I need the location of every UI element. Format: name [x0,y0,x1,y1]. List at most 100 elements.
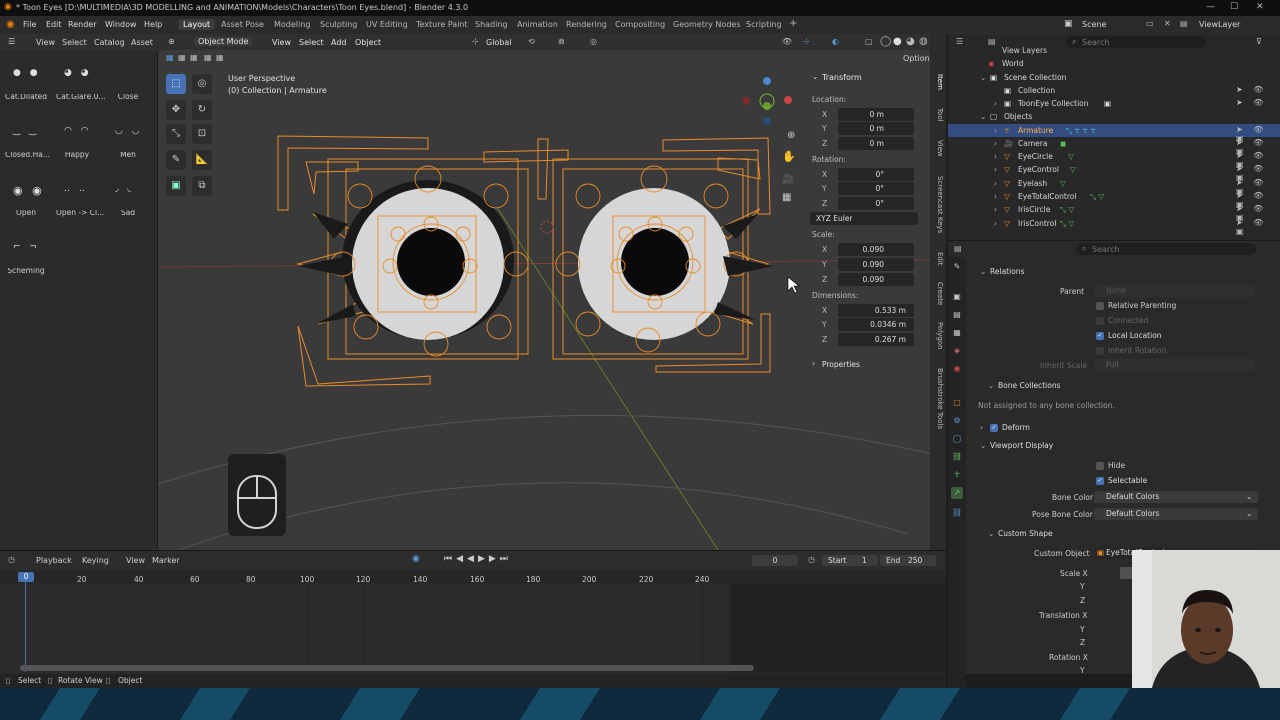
bone-tab-icon[interactable]: ↗ [951,487,963,499]
location-z-field[interactable]: Z 0 m [808,137,916,150]
minimize-icon[interactable]: — [1206,2,1215,12]
relations-expand-icon[interactable]: ⌄ [980,267,986,276]
tool-tab-icon[interactable]: ✎ [951,261,963,273]
relative-parenting-checkbox[interactable]: Relative Parenting [1096,301,1176,310]
bone-color-select[interactable]: Default Colors ⌄ [1094,491,1258,503]
rotation-y-field[interactable]: Y 0° [808,182,916,195]
properties-expand-icon[interactable]: › [812,359,815,368]
bone-collections-expand-icon[interactable]: ⌄ [988,381,994,390]
relations-title[interactable]: Relations [990,267,1024,276]
expand-icon[interactable]: › [994,192,997,201]
dimensions-y-value[interactable]: 0.0346 m [838,318,914,331]
outliner-row-eyecircle[interactable]: › ▽ EyeCircle ▽ ➤ 👁 ▣ [948,150,1280,169]
properties-search-input[interactable]: ⌕ Search [1076,243,1256,255]
editor-type-icon[interactable]: ☰ [8,37,15,46]
auto-keying-icon[interactable]: ◉ [412,554,420,564]
location-z-value[interactable]: 0 m [838,137,914,150]
outliner-row-scene-collection[interactable]: ⌄ ▣ Scene Collection [948,71,1280,84]
object-tab-icon[interactable]: ▢ [951,397,963,409]
rotation-mode-value[interactable]: XYZ Euler [810,212,918,225]
outliner-row-iriscircle[interactable]: › ▽ IrisCircle ⤡ ▽ ➤ 👁 ▣ [948,203,1280,222]
properties-subpanel[interactable]: Properties [822,360,860,369]
bone-constraints-tab-icon[interactable]: ⛓ [951,507,963,519]
3d-viewport[interactable]: ⊕ Object Mode View Select Add Object ⊹ G… [158,34,932,550]
pose-sad[interactable]: ◞ ◟ Sad [107,170,149,220]
scale-y-field[interactable]: Y 0.090 [808,258,916,271]
constraints-tab-icon[interactable]: ⛓ [951,451,963,463]
tab-screencast-keys[interactable]: Screencast Keys [932,176,944,233]
row-visibility-icons[interactable]: ➤ 👁 [1236,98,1267,107]
playback-controls[interactable]: ⏮◀◀▶▶⏭ [444,554,512,564]
add-workspace-icon[interactable]: + [789,18,797,29]
pose-lib-view-menu[interactable]: View [36,38,55,47]
render-tab-icon[interactable]: ▣ [951,291,963,303]
tab-layout[interactable]: Layout [178,19,216,30]
location-x-field[interactable]: X 0 m [808,108,916,121]
playback-menu[interactable]: Playback [36,556,72,565]
timeline-scrollbar[interactable] [20,665,754,671]
parent-field[interactable]: None [1094,285,1254,297]
dimensions-z-value[interactable]: 0.267 m [838,333,914,346]
hide-checkbox[interactable]: Hide [1096,461,1125,470]
pose-closed-happy[interactable]: ‿ ‿ Closed.Ha... [5,112,50,162]
dimensions-x-value[interactable]: 0.533 m [838,304,914,317]
tab-animation[interactable]: Animation [517,20,558,29]
world-tab-icon[interactable]: ◉ [951,363,963,375]
tab-view[interactable]: View [932,140,944,157]
scale-x-field[interactable]: X 0.090 [808,243,916,256]
tab-brushstroke-tools[interactable]: Brushstroke Tools [932,368,944,429]
viewport-display-expand-icon[interactable]: ⌄ [980,441,986,450]
pose-scheming[interactable]: ⌐ ¬ Scheming [5,228,47,278]
output-tab-icon[interactable]: ▤ [951,309,963,321]
modifiers-tab-icon[interactable]: ⚙ [951,415,963,427]
expand-icon[interactable]: › [994,165,997,174]
end-frame-field[interactable]: End 250 [880,555,936,566]
tab-polygon[interactable]: Polygon [932,322,944,350]
view-layer-tab-icon[interactable]: ▦ [951,327,963,339]
pose-lib-select-menu[interactable]: Select [62,38,87,47]
expand-icon[interactable]: › [994,219,997,228]
scale-y-value[interactable]: 0.090 [838,258,914,271]
expand-icon[interactable]: › [994,205,997,214]
expand-icon[interactable]: ⌄ [980,112,986,121]
playhead[interactable]: 0 [18,572,34,582]
new-scene-icon[interactable]: ▭ [1146,19,1154,28]
blender-menu-icon[interactable]: ◉ [6,19,15,30]
outliner-row-collection[interactable]: ▣ Collection ➤ 👁 [948,84,1280,97]
pose-meh[interactable]: ◡ ◡ Meh [107,112,149,162]
delete-scene-icon[interactable]: ✕ [1164,19,1171,28]
scene-tab-icon[interactable]: ◈ [951,345,963,357]
view-layer-icon[interactable]: ▤ [1180,19,1188,28]
local-location-checkbox[interactable]: ✓ Local Location [1096,331,1162,340]
tab-asset-pose[interactable]: Asset Pose [221,20,264,29]
marker-menu[interactable]: Marker [152,556,180,565]
outliner-row-world[interactable]: ◉ World [948,57,1280,70]
outliner-row-camera[interactable]: › 🎥 Camera ◼ ➤ 👁 ▣ [948,137,1280,156]
outliner-row-eyetotalcontrol[interactable]: › ▽ EyeTotalControl ⤡ ▽ ➤ 👁 ▣ [948,190,1280,209]
tab-item[interactable]: Item [932,74,944,90]
dimensions-x-field[interactable]: X 0.533 m [808,304,916,317]
rotation-x-value[interactable]: 0° [838,168,914,181]
outliner-row-iriscontrol[interactable]: › ▽ IrisControl ⤡ ▽ ➤ 👁 ▣ [948,217,1280,236]
outliner-row-armature[interactable]: › ☥ Armature ⤡ ☥ ☥ ☥ ➤ 👁 ▣ [948,124,1280,143]
scene-icon[interactable]: ▣ [1064,19,1073,29]
bone-collections-title[interactable]: Bone Collections [998,381,1061,390]
custom-shape-expand-icon[interactable]: ⌄ [988,529,994,538]
dimensions-y-field[interactable]: Y 0.0346 m [808,318,916,331]
pose-lib-catalog-menu[interactable]: Catalog [94,38,125,47]
tab-texture-paint[interactable]: Texture Paint [416,20,468,29]
rotation-z-value[interactable]: 0° [838,197,914,210]
properties-editor-icon[interactable]: ▤ [954,244,962,253]
rotation-z-field[interactable]: Z 0° [808,197,916,210]
menu-help[interactable]: Help [144,20,162,29]
pose-open[interactable]: ◉ ◉ Open [5,170,47,220]
tab-tool[interactable]: Tool [932,108,944,122]
expand-icon[interactable]: › [994,126,997,135]
selectable-checkbox[interactable]: ✓ Selectable [1096,476,1147,485]
maximize-icon[interactable]: ☐ [1230,2,1238,12]
menu-file[interactable]: File [23,20,36,29]
tab-uv-editing[interactable]: UV Editing [366,20,408,29]
expand-icon[interactable]: › [994,152,997,161]
location-y-value[interactable]: 0 m [838,122,914,135]
deform-checkbox[interactable]: ✓ Deform [990,423,1030,432]
